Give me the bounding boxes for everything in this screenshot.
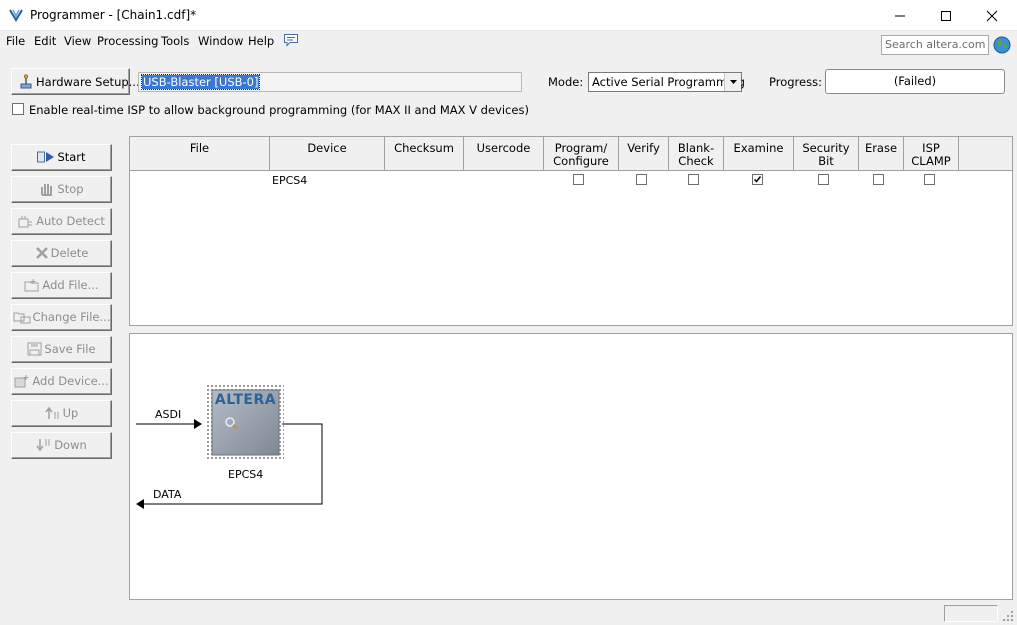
window-title: Programmer - [Chain1.cdf]* xyxy=(30,8,197,22)
menu-processing[interactable]: Processing xyxy=(97,34,158,48)
menu-bar: File Edit View Processing Tools Window H… xyxy=(0,31,1017,52)
down-button[interactable]: Down xyxy=(11,432,112,459)
up-arrow-icon xyxy=(45,406,59,419)
save-disk-icon xyxy=(27,342,42,356)
cell-device[interactable]: EPCS4 xyxy=(272,174,307,187)
progress-bar: (Failed) xyxy=(825,69,1005,94)
change-file-icon xyxy=(13,312,31,324)
status-pane xyxy=(944,605,998,622)
add-file-label: Add File... xyxy=(42,278,99,292)
add-device-label: Add Device... xyxy=(32,374,109,388)
asdi-label: ASDI xyxy=(155,408,182,421)
resize-grip-icon[interactable] xyxy=(1003,611,1014,622)
maximize-icon xyxy=(941,11,951,21)
chain-wires xyxy=(136,419,323,509)
checkbox-program-configure[interactable] xyxy=(573,174,584,185)
play-arrow-icon xyxy=(37,151,55,163)
auto-detect-button[interactable]: Auto Detect xyxy=(11,208,112,235)
hardware-icon xyxy=(20,74,32,89)
col-header-examine[interactable]: Examine xyxy=(724,137,794,171)
mode-select[interactable]: Active Serial Programming xyxy=(588,72,745,92)
mode-value: Active Serial Programming xyxy=(592,75,745,89)
col-header-spacer xyxy=(959,137,1012,171)
hardware-value: USB-Blaster [USB-0] xyxy=(140,74,261,90)
globe-icon[interactable] xyxy=(993,36,1011,54)
auto-detect-label: Auto Detect xyxy=(36,214,105,228)
checkbox-security-bit[interactable] xyxy=(818,174,829,185)
add-file-icon xyxy=(24,279,39,292)
stop-hand-icon xyxy=(41,184,53,196)
chevron-down-icon xyxy=(730,80,737,84)
minimize-icon xyxy=(895,15,905,17)
start-button[interactable]: Start xyxy=(11,144,112,171)
col-header-usercode[interactable]: Usercode xyxy=(464,137,544,171)
col-header-isp-clamp[interactable]: ISP CLAMP xyxy=(904,137,959,171)
checkbox-isp-clamp[interactable] xyxy=(924,174,935,185)
hardware-setup-button[interactable]: Hardware Setup... xyxy=(11,68,140,95)
checkbox-examine[interactable] xyxy=(752,174,763,185)
stop-label: Stop xyxy=(57,182,84,196)
col-header-blank-check[interactable]: Blank- Check xyxy=(669,137,724,171)
isp-checkbox[interactable] xyxy=(12,103,24,115)
col-header-security-bit[interactable]: Security Bit xyxy=(794,137,859,171)
delete-button[interactable]: Delete xyxy=(11,240,112,267)
device-table: File Device Checksum Usercode Program/ C… xyxy=(129,136,1013,326)
altera-chip-icon[interactable]: ALTERA xyxy=(207,385,284,460)
progress-label: Progress: xyxy=(769,75,822,89)
delete-x-icon xyxy=(35,247,48,259)
programmer-app-icon xyxy=(9,9,23,22)
search-input[interactable]: Search altera.com xyxy=(881,35,989,55)
save-file-label: Save File xyxy=(44,342,96,356)
checkbox-blank-check[interactable] xyxy=(688,174,699,185)
chip-name: EPCS4 xyxy=(228,468,264,481)
up-label: Up xyxy=(62,406,79,420)
menu-window[interactable]: Window xyxy=(198,34,243,48)
col-header-file[interactable]: File xyxy=(130,137,270,171)
down-arrow-icon xyxy=(36,439,50,452)
hardware-setup-label: Hardware Setup... xyxy=(36,75,140,89)
col-header-verify[interactable]: Verify xyxy=(619,137,669,171)
start-label: Start xyxy=(57,150,86,164)
add-file-button[interactable]: Add File... xyxy=(11,272,112,299)
menu-file[interactable]: File xyxy=(6,34,25,48)
chain-diagram: ASDI DATA ALTERA EPCS4 xyxy=(129,333,1013,600)
change-file-label: Change File... xyxy=(32,310,111,324)
progress-status: (Failed) xyxy=(893,74,937,88)
title-bar: Programmer - [Chain1.cdf]* xyxy=(0,0,1017,31)
checkbox-verify[interactable] xyxy=(636,174,647,185)
up-button[interactable]: Up xyxy=(11,400,112,427)
save-file-button[interactable]: Save File xyxy=(11,336,112,363)
chip-logo: ALTERA xyxy=(214,392,277,408)
menu-help[interactable]: Help xyxy=(248,34,274,48)
auto-detect-icon xyxy=(18,216,33,228)
stop-button[interactable]: Stop xyxy=(11,176,112,203)
add-device-button[interactable]: Add Device... xyxy=(11,368,112,395)
col-header-checksum[interactable]: Checksum xyxy=(385,137,464,171)
col-header-device[interactable]: Device xyxy=(270,137,385,171)
add-device-icon xyxy=(14,375,29,388)
delete-label: Delete xyxy=(50,246,89,260)
checkbox-erase[interactable] xyxy=(873,174,884,185)
isp-checkbox-label: Enable real-time ISP to allow background… xyxy=(29,103,529,117)
col-header-program-configure[interactable]: Program/ Configure xyxy=(544,137,619,171)
minimize-button[interactable] xyxy=(877,0,923,31)
panel-splitter[interactable] xyxy=(129,326,1013,333)
close-button[interactable] xyxy=(969,0,1015,31)
menu-edit[interactable]: Edit xyxy=(34,34,56,48)
col-header-erase[interactable]: Erase xyxy=(859,137,904,171)
checkmark-icon xyxy=(753,176,762,183)
menu-view[interactable]: View xyxy=(64,34,91,48)
mode-label: Mode: xyxy=(548,75,584,89)
menu-tools[interactable]: Tools xyxy=(161,34,189,48)
change-file-button[interactable]: Change File... xyxy=(11,304,112,331)
speech-bubble-icon[interactable] xyxy=(283,33,299,47)
hardware-field[interactable]: USB-Blaster [USB-0] xyxy=(138,72,522,92)
close-icon xyxy=(986,10,998,22)
search-placeholder: Search altera.com xyxy=(885,38,986,51)
maximize-button[interactable] xyxy=(923,0,969,31)
down-label: Down xyxy=(54,438,87,452)
data-label: DATA xyxy=(153,488,182,501)
status-bar xyxy=(0,601,1017,625)
dropdown-arrow[interactable] xyxy=(724,73,741,91)
